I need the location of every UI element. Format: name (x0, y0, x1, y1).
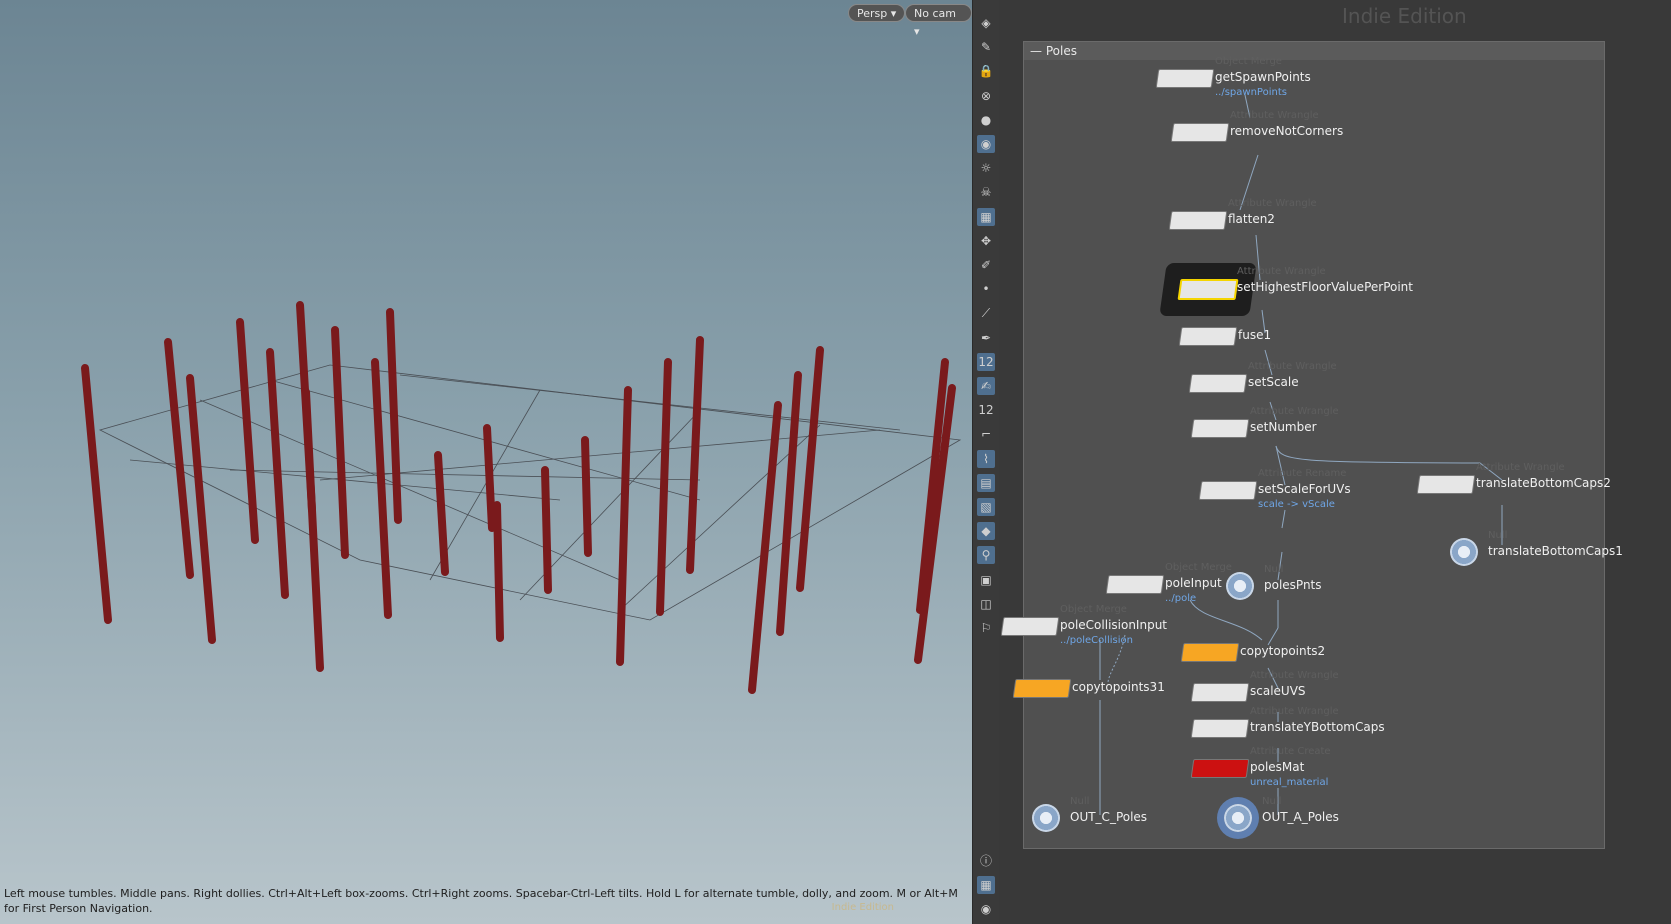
node-name-label: removeNotCorners (1230, 124, 1344, 138)
node-parameter-label: ../poleCollision (1060, 635, 1134, 646)
node-body-icon[interactable] (1168, 211, 1228, 230)
node-name-label: setNumber (1250, 420, 1317, 434)
node-body-icon[interactable] (1177, 279, 1239, 300)
node-name-label: OUT_C_Poles (1070, 810, 1148, 824)
node-body-icon[interactable] (1188, 374, 1248, 393)
node-body-icon[interactable] (1170, 123, 1230, 142)
node-parameter-label: ../pole (1165, 593, 1197, 604)
node-name-label: setScale (1248, 375, 1299, 389)
node-type-label: Null (1262, 796, 1282, 807)
node-name-label: OUT_A_Poles (1262, 810, 1339, 824)
node-type-label: Attribute Create (1250, 746, 1331, 757)
node-type-label: Null (1264, 564, 1284, 575)
node-name-label: copytopoints31 (1072, 680, 1165, 694)
node-name-label: scaleUVS (1250, 684, 1306, 698)
node-body-icon[interactable] (1198, 481, 1258, 500)
node-type-label: Attribute Wrangle (1237, 266, 1326, 277)
node-name-label: poleCollisionInput (1060, 618, 1168, 632)
node-name-label: getSpawnPoints (1215, 70, 1311, 84)
node-type-label: Object Merge (1060, 604, 1127, 615)
node-type-label: Object Merge (1215, 56, 1282, 67)
node-body-icon[interactable] (1105, 575, 1165, 594)
node-name-label: translateYBottomCaps (1250, 720, 1385, 734)
null-node-icon[interactable] (1226, 572, 1254, 600)
node-name-label: translateBottomCaps1 (1488, 544, 1623, 558)
node-parameter-label: unreal_material (1250, 777, 1329, 788)
node-name-label: flatten2 (1228, 212, 1275, 226)
node-type-label: Attribute Wrangle (1476, 462, 1565, 473)
node-parameter-label: scale -> vScale (1258, 499, 1335, 510)
node-type-label: Attribute Wrangle (1250, 706, 1339, 717)
null-node-icon[interactable] (1224, 804, 1252, 832)
node-name-label: fuse1 (1238, 328, 1272, 342)
node-name-label: copytopoints2 (1240, 644, 1326, 658)
node-type-label: Attribute Rename (1258, 468, 1347, 479)
node-body-icon[interactable] (1190, 683, 1250, 702)
node-body-icon[interactable] (1180, 643, 1240, 662)
node-body-icon[interactable] (1000, 617, 1060, 636)
node-type-label: Attribute Wrangle (1248, 361, 1337, 372)
node-body-icon[interactable] (1190, 419, 1250, 438)
node-type-label: Object Merge (1165, 562, 1232, 573)
node-body-icon[interactable] (1155, 69, 1215, 88)
node-parameter-label: ../spawnPoints (1215, 87, 1287, 98)
node-wires (1099, 94, 1503, 815)
node-name-label: polesPnts (1264, 578, 1322, 592)
node-name-label: translateBottomCaps2 (1476, 476, 1611, 490)
node-type-label: Null (1488, 530, 1508, 541)
node-body-icon[interactable] (1416, 475, 1476, 494)
node-name-label: setHighestFloorValuePerPoint (1237, 280, 1413, 294)
node-name-label: poleInput (1165, 576, 1222, 590)
node-type-label: Attribute Wrangle (1228, 198, 1317, 209)
node-name-label: setScaleForUVs (1258, 482, 1351, 496)
node-body-icon[interactable] (1178, 327, 1238, 346)
node-body-icon[interactable] (1190, 719, 1250, 738)
null-node-icon[interactable] (1450, 538, 1478, 566)
node-name-label: polesMat (1250, 760, 1305, 774)
node-type-label: Attribute Wrangle (1230, 110, 1319, 121)
node-type-label: Null (1070, 796, 1090, 807)
node-type-label: Attribute Wrangle (1250, 670, 1339, 681)
node-type-label: Attribute Wrangle (1250, 406, 1339, 417)
node-body-icon[interactable] (1012, 679, 1072, 698)
node-body-icon[interactable] (1190, 759, 1250, 778)
null-node-icon[interactable] (1032, 804, 1060, 832)
